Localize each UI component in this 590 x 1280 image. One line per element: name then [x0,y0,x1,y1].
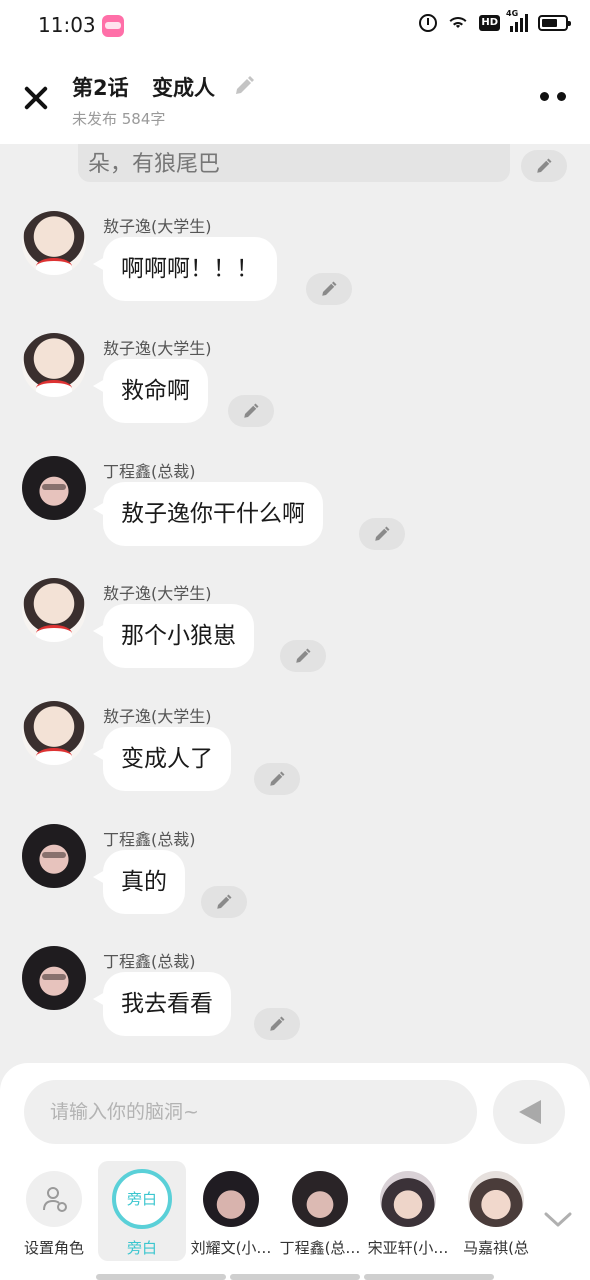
pencil-icon [244,403,259,418]
avatar[interactable] [22,701,86,765]
wifi-icon [447,15,470,31]
more-icon[interactable] [540,92,570,102]
character-option[interactable]: 刘耀文(小… [187,1161,275,1261]
signal-icon: 4G [506,9,528,32]
speaker-name: 丁程鑫(总裁) [103,462,196,481]
chevron-down-icon[interactable] [544,1210,572,1230]
message-bubble[interactable]: 变成人了 [93,727,231,791]
narrator-circle-text: 旁白 [126,1190,157,1208]
message-bubble[interactable]: 那个小狼崽 [93,604,254,668]
character-option[interactable]: 丁程鑫(总… [276,1161,364,1261]
chat-message: 敖子逸(大学生) 变成人了 [0,701,590,811]
chat-area[interactable]: 朵，有狼尾巴 敖子逸(大学生) 啊啊啊！！！ 敖子逸(大学生) 救命啊 丁程鑫(… [0,144,590,1064]
pencil-icon [537,158,552,173]
edit-message-button[interactable] [359,518,405,550]
character-selector: 设置角色 旁白 旁白 刘耀文(小… 丁程鑫(总… 宋亚轩(小… 马嘉祺(总 [10,1161,550,1261]
close-icon[interactable] [22,84,50,112]
pencil-icon [322,281,337,296]
character-label: 马嘉祺(总 [463,1239,529,1257]
send-icon [519,1100,541,1124]
narration-bubble[interactable]: 朵，有狼尾巴 [78,144,510,182]
avatar [292,1171,348,1227]
editor-header: 第2话 变成人 未发布 584字 [0,52,590,144]
speaker-name: 敖子逸(大学生) [103,707,212,726]
avatar[interactable] [22,824,86,888]
hd-icon: HD [479,15,500,31]
message-bubble[interactable]: 敖子逸你干什么啊 [93,482,323,546]
avatar[interactable] [22,211,86,275]
status-time: 11:03 [38,13,96,37]
chat-message: 敖子逸(大学生) 那个小狼崽 [0,578,590,688]
speaker-name: 敖子逸(大学生) [103,339,212,358]
composer-panel: 设置角色 旁白 旁白 刘耀文(小… 丁程鑫(总… 宋亚轩(小… 马嘉祺(总 [0,1063,590,1280]
message-bubble[interactable]: 我去看看 [93,972,231,1036]
pencil-icon [375,526,390,541]
avatar [468,1171,524,1227]
character-label: 设置角色 [23,1239,84,1257]
speaker-name: 敖子逸(大学生) [103,584,212,603]
alarm-icon [419,14,438,32]
chat-message: 丁程鑫(总裁) 敖子逸你干什么啊 [0,456,590,566]
avatar[interactable] [22,456,86,520]
speaker-name: 丁程鑫(总裁) [103,952,196,971]
chat-message: 丁程鑫(总裁) 真的 [0,824,590,934]
speaker-name: 丁程鑫(总裁) [103,830,196,849]
pencil-icon [270,771,285,786]
episode-title[interactable]: 变成人 [152,72,215,102]
message-bubble[interactable]: 真的 [93,850,185,914]
pencil-icon[interactable] [232,74,258,100]
character-option[interactable]: 宋亚轩(小… [364,1161,452,1261]
chat-message: 敖子逸(大学生) 救命啊 [0,333,590,443]
character-option[interactable]: 马嘉祺(总 [452,1161,540,1261]
avatar [380,1171,436,1227]
character-label: 丁程鑫(总… [279,1239,361,1257]
status-icons: HD 4G [419,9,571,32]
edit-message-button[interactable] [228,395,274,427]
character-narrator[interactable]: 旁白 旁白 [98,1161,186,1261]
pencil-icon [217,894,232,909]
send-button[interactable] [493,1080,565,1144]
edit-message-button[interactable] [201,886,247,918]
app-notification-icon [102,15,124,37]
pencil-icon [270,1016,285,1031]
narration-text: 朵，有狼尾巴 [88,152,221,177]
person-settings-icon [26,1171,82,1227]
avatar[interactable] [22,333,86,397]
set-role-button[interactable]: 设置角色 [10,1161,98,1261]
narrator-avatar: 旁白 [112,1169,172,1229]
message-bubble[interactable]: 救命啊 [93,359,208,423]
avatar [203,1171,259,1227]
edit-message-button[interactable] [280,640,326,672]
home-indicator [96,1274,494,1280]
message-bubble[interactable]: 啊啊啊！！！ [93,237,277,301]
speaker-name: 敖子逸(大学生) [103,217,212,236]
message-input[interactable] [50,1080,450,1144]
edit-message-button[interactable] [254,763,300,795]
chat-message: 敖子逸(大学生) 啊啊啊！！！ [0,211,590,321]
message-input-box[interactable] [24,1080,477,1144]
character-label: 旁白 [126,1239,157,1257]
pencil-icon [296,648,311,663]
avatar[interactable] [22,946,86,1010]
character-label: 刘耀文(小… [190,1239,272,1257]
edit-message-button[interactable] [521,150,567,182]
edit-message-button[interactable] [306,273,352,305]
episode-number: 第2话 [72,76,129,100]
publish-status: 未发布 584字 [72,110,166,128]
status-bar: 11:03 HD 4G [0,0,590,52]
character-label: 宋亚轩(小… [367,1239,449,1257]
battery-icon [538,15,571,31]
edit-message-button[interactable] [254,1008,300,1040]
chat-message: 丁程鑫(总裁) 我去看看 [0,946,590,1056]
avatar[interactable] [22,578,86,642]
